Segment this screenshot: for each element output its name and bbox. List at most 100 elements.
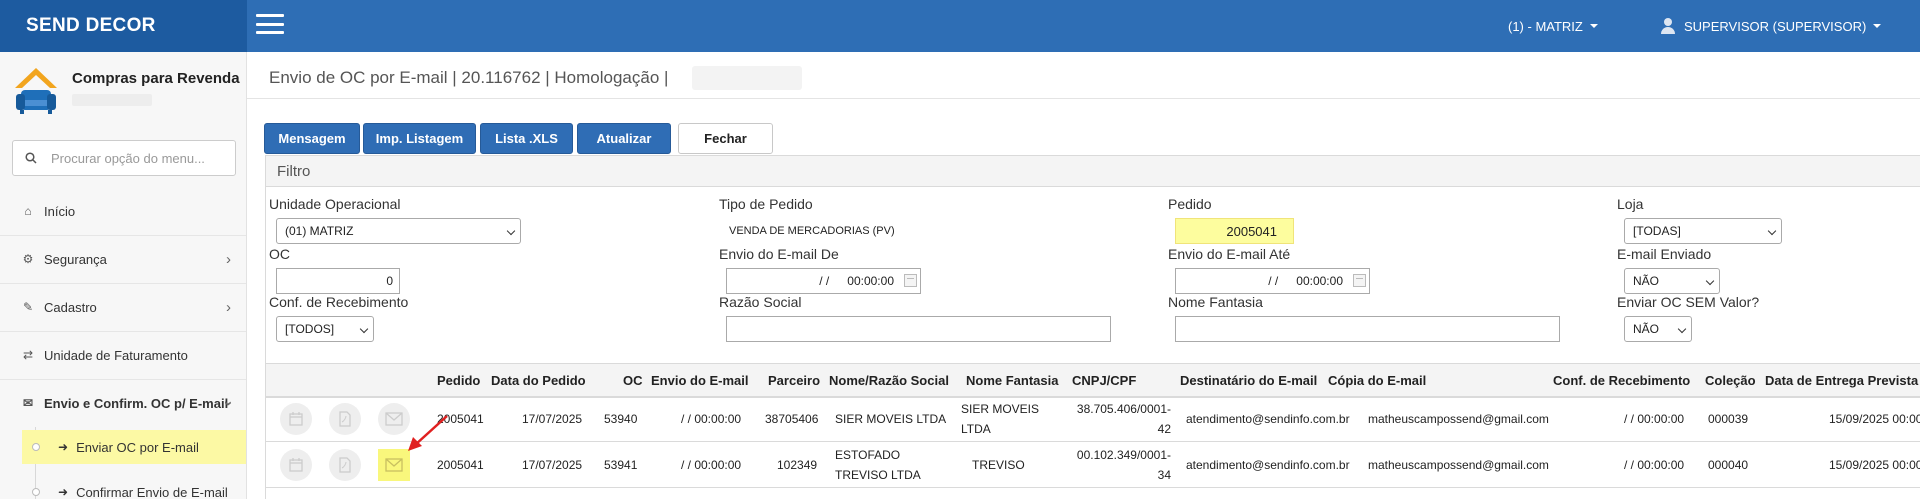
razao-social-input[interactable]	[726, 316, 1111, 342]
lista-xls-button[interactable]: Lista .XLS	[480, 123, 573, 154]
razao-social-label: Razão Social	[719, 294, 802, 310]
unit-dropdown[interactable]: (1) - MATRIZ	[1508, 0, 1598, 52]
filter-panel: Filtro Unidade Operacional (01) MATRIZ T…	[265, 155, 1920, 398]
col-header-conf[interactable]: Conf. de Recebimento	[1553, 373, 1690, 388]
envelope-icon[interactable]	[378, 403, 410, 435]
sidebar-subitem-enviar-oc[interactable]: ➜ Enviar OC por E-mail	[22, 430, 246, 464]
chevron-right-icon: ›	[226, 298, 231, 316]
table-row[interactable]: 2005041 17/07/2025 53941 / / 00:00:00 10…	[266, 443, 1920, 488]
cell-destinatario: atendimento@sendinfo.com.br	[1186, 412, 1350, 426]
calendar-icon[interactable]	[280, 449, 312, 481]
top-navbar: SEND DECOR (1) - MATRIZ SUPERVISOR (SUPE…	[0, 0, 1920, 52]
col-header-copia[interactable]: Cópia do E-mail	[1328, 373, 1426, 388]
col-header-oc[interactable]: OC	[623, 373, 643, 388]
unidade-label: Unidade Operacional	[269, 196, 401, 212]
unidade-select[interactable]: (01) MATRIZ	[276, 218, 521, 244]
nome-fantasia-label: Nome Fantasia	[1168, 294, 1263, 310]
calendar-icon[interactable]	[280, 403, 312, 435]
user-icon	[1660, 18, 1676, 34]
calendar-icon[interactable]	[904, 274, 917, 287]
menu-search-input[interactable]	[51, 150, 221, 166]
envio-de-label: Envio do E-mail De	[719, 246, 839, 262]
col-header-entrega[interactable]: Data de Entrega Prevista	[1765, 373, 1918, 388]
sign-out-icon: ➜	[58, 440, 69, 454]
envelope-icon: ✉	[22, 396, 34, 410]
table-row[interactable]: 2005041 17/07/2025 53940 / / 00:00:00 38…	[266, 397, 1920, 442]
envio-de-input[interactable]: / / 00:00:00	[726, 268, 921, 294]
user-dropdown[interactable]: SUPERVISOR (SUPERVISOR)	[1660, 0, 1882, 52]
sidebar-subitem-label: Enviar OC por E-mail	[76, 439, 199, 455]
orders-table: Pedido Data do Pedido OC Envio do E-mail…	[265, 363, 1920, 499]
calendar-icon[interactable]	[1353, 274, 1366, 287]
col-header-envio[interactable]: Envio do E-mail	[651, 373, 749, 388]
envio-de-time: 00:00:00	[847, 274, 894, 288]
atualizar-button[interactable]: Atualizar	[577, 123, 671, 154]
sidebar-item-cadastro[interactable]: ✎ Cadastro ›	[0, 283, 246, 331]
loja-label: Loja	[1617, 196, 1644, 212]
pdf-file-icon[interactable]	[329, 403, 361, 435]
table-header: Pedido Data do Pedido OC Envio do E-mail…	[266, 364, 1920, 397]
cell-envio: / / 00:00:00	[681, 412, 742, 426]
col-header-data-pedido[interactable]: Data do Pedido	[491, 373, 586, 388]
col-header-fantasia[interactable]: Nome Fantasia	[966, 373, 1058, 388]
pedido-input[interactable]: 2005041	[1175, 218, 1294, 244]
cell-colecao: 000039	[1708, 412, 1749, 426]
envelope-icon[interactable]	[378, 449, 410, 481]
cell-pedido: 2005041	[437, 458, 484, 472]
menu-toggle-icon[interactable]	[256, 14, 284, 34]
cell-razao: SIER MOVEIS LTDA	[835, 412, 947, 426]
envio-de-date: / /	[819, 274, 830, 288]
sidebar-item-envio-confirm[interactable]: ✉ Envio e Confirm. OC p/ E-mail ›	[0, 379, 246, 427]
module-title: Compras para Revenda	[72, 70, 240, 87]
sem-valor-select[interactable]: NÃO	[1624, 316, 1692, 342]
imp-listagem-button[interactable]: Imp. Listagem	[363, 123, 476, 154]
loja-select[interactable]: [TODAS]	[1624, 218, 1782, 244]
oc-input[interactable]: 0	[276, 268, 400, 294]
chevron-down-icon	[359, 324, 369, 334]
page-title: Envio de OC por E-mail | 20.116762 | Hom…	[269, 68, 669, 87]
col-header-razao[interactable]: Nome/Razão Social	[829, 373, 949, 388]
email-enviado-select[interactable]: NÃO	[1624, 268, 1720, 294]
nome-fantasia-input[interactable]	[1175, 316, 1560, 342]
email-enviado-value: NÃO	[1633, 274, 1660, 288]
conf-recebimento-value: [TODOS]	[285, 322, 335, 336]
cell-entrega: 15/09/2025 00:00	[1829, 412, 1920, 426]
mensagem-button[interactable]: Mensagem	[264, 123, 360, 154]
menu-search-box[interactable]	[12, 140, 236, 176]
main-content: Envio de OC por E-mail | 20.116762 | Hom…	[247, 52, 1920, 499]
conf-recebimento-select[interactable]: [TODOS]	[276, 316, 374, 342]
sign-in-icon: ➜	[58, 485, 69, 499]
conf-recebimento-label: Conf. de Recebimento	[269, 294, 409, 310]
cell-parceiro: 38705406	[765, 412, 819, 426]
sidebar-item-label: Segurança	[44, 251, 107, 267]
oc-label: OC	[269, 246, 290, 262]
filter-panel-title: Filtro	[266, 156, 1920, 187]
cell-copia: matheuscampossend@gmail.com	[1368, 458, 1549, 472]
sidebar-item-unidade-faturamento[interactable]: ⇄ Unidade de Faturamento	[0, 331, 246, 379]
fechar-button[interactable]: Fechar	[678, 123, 773, 154]
col-header-colecao[interactable]: Coleção	[1705, 373, 1756, 388]
col-header-destinatario[interactable]: Destinatário do E-mail	[1180, 373, 1317, 388]
col-header-pedido[interactable]: Pedido	[437, 373, 480, 388]
unidade-select-value: (01) MATRIZ	[285, 224, 354, 238]
col-header-cnpj[interactable]: CNPJ/CPF	[1072, 373, 1136, 388]
cell-oc: 53941	[604, 458, 638, 472]
cell-parceiro: 102349	[777, 458, 818, 472]
cell-copia: matheuscampossend@gmail.com	[1368, 412, 1549, 426]
cell-cnpj: 38.705.406/0001-42	[1076, 402, 1171, 436]
pdf-file-icon[interactable]	[329, 449, 361, 481]
cell-pedido: 2005041	[437, 412, 484, 426]
title-divider	[247, 98, 1920, 99]
pedido-label: Pedido	[1168, 196, 1212, 212]
sidebar-item-seguranca[interactable]: ⚙ Segurança ›	[0, 235, 246, 283]
sem-valor-value: NÃO	[1633, 322, 1660, 336]
chevron-down-icon: ›	[220, 400, 237, 406]
sidebar-subitem-label: Confirmar Envio de E-mail	[76, 484, 228, 499]
sidebar-item-inicio[interactable]: ⌂ Início	[0, 187, 246, 235]
col-header-parceiro[interactable]: Parceiro	[768, 373, 820, 388]
sidebar-subitem-confirmar-envio[interactable]: ➜ Confirmar Envio de E-mail	[22, 475, 246, 499]
brand-logo-text[interactable]: SEND DECOR	[0, 0, 247, 52]
envio-ate-input[interactable]: / / 00:00:00	[1175, 268, 1370, 294]
envio-ate-time: 00:00:00	[1296, 274, 1343, 288]
chevron-down-icon	[506, 226, 516, 236]
